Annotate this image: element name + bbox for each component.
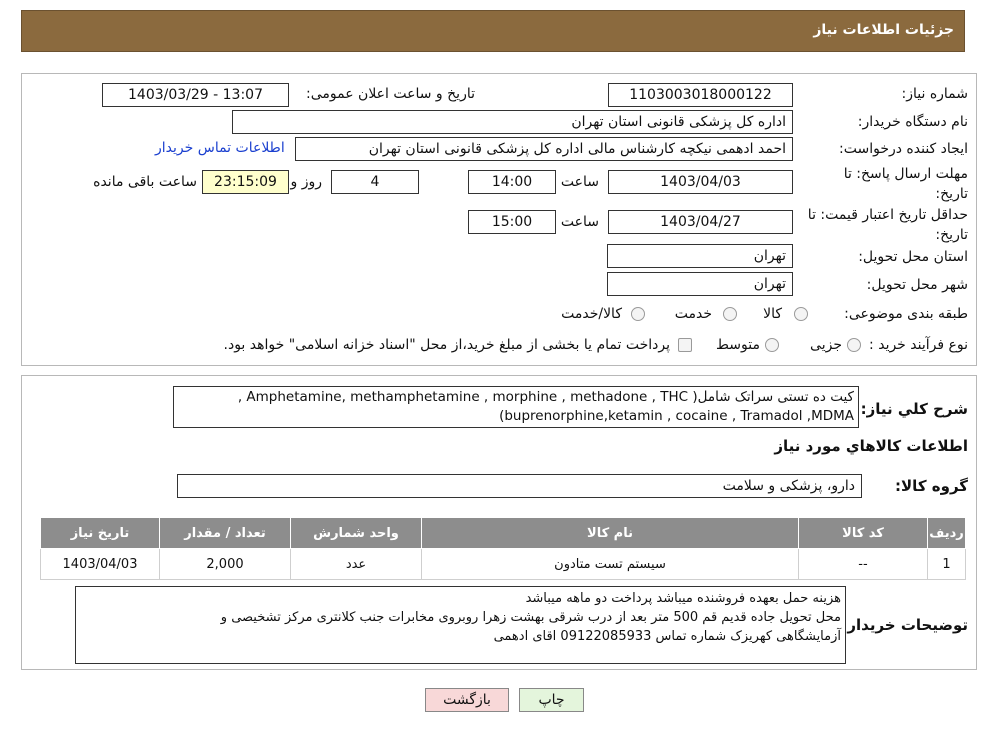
days-field: 4 xyxy=(331,170,419,194)
process-radio-minor[interactable] xyxy=(847,338,861,352)
cell-name: سیستم تست متادون xyxy=(421,548,799,580)
goods-group-label: گروه کالا: xyxy=(895,477,968,495)
buyer-org-label: نام دستگاه خریدار: xyxy=(857,114,968,130)
col-name-header: نام کالا xyxy=(421,517,799,549)
goods-group-field: دارو، پزشکی و سلامت xyxy=(177,474,862,498)
page-title: جزئیات اطلاعات نیاز xyxy=(813,22,954,38)
remaining-label: ساعت باقی مانده xyxy=(93,174,197,190)
province-label: استان محل تحویل: xyxy=(858,249,968,265)
buyer-contact-link[interactable]: اطلاعات تماس خریدار xyxy=(155,140,285,156)
need-number-field: 1103003018000122 xyxy=(608,83,793,107)
requester-label: ایجاد کننده درخواست: xyxy=(839,141,968,157)
back-button[interactable]: بازگشت xyxy=(425,688,509,712)
category-option-goods-service: کالا/خدمت xyxy=(561,306,622,322)
notes-line-1: هزینه حمل بعهده فروشنده میباشد پرداخت دو… xyxy=(525,591,841,606)
process-treasury-note: پرداخت تمام یا بخشی از مبلغ خرید،از محل … xyxy=(223,337,670,353)
goods-table: ردیف کد کالا نام کالا واحد شمارش تعداد /… xyxy=(40,517,966,580)
col-date-header: تاریخ نیاز xyxy=(40,517,160,549)
table-row: 1 -- سیستم تست متادون عدد 2,000 1403/04/… xyxy=(40,548,966,580)
col-unit-header: واحد شمارش xyxy=(290,517,422,549)
buyer-notes-label: توضیحات خریدار: xyxy=(841,616,968,634)
goods-section-title: اطلاعات کالاهاي مورد نياز xyxy=(774,437,968,455)
validity-label: حداقل تاریخ اعتبار قیمت: تا تاریخ: xyxy=(807,207,968,243)
validity-date-field: 1403/04/27 xyxy=(608,210,793,234)
cell-unit: عدد xyxy=(290,548,422,580)
category-radio-goods-service[interactable] xyxy=(631,307,645,321)
print-button[interactable]: چاپ xyxy=(519,688,584,712)
province-field: تهران xyxy=(607,244,793,268)
city-label: شهر محل تحویل: xyxy=(866,277,968,293)
notes-line-3: آزمایشگاهی کهریزک شماره تماس 09122085933… xyxy=(493,629,841,644)
category-radio-goods[interactable] xyxy=(794,307,808,321)
days-label: روز و xyxy=(290,174,323,190)
category-option-goods: کالا xyxy=(763,306,782,322)
summary-line-2: buprenorphine,ketamin , cocaine , Tramad… xyxy=(499,408,854,424)
deadline-time-label: ساعت xyxy=(560,174,599,190)
deadline-label: مهلت ارسال پاسخ: تا تاریخ: xyxy=(843,166,968,202)
col-quantity-header: تعداد / مقدار xyxy=(159,517,291,549)
category-option-service: خدمت xyxy=(674,306,712,322)
summary-line-1: کیت ده تستی سراتک شامل( Amphetamine, met… xyxy=(237,389,854,405)
process-checkbox-treasury[interactable] xyxy=(678,338,692,352)
deadline-date-field: 1403/04/03 xyxy=(608,170,793,194)
col-row-header: ردیف xyxy=(927,517,966,549)
page-header: جزئیات اطلاعات نیاز xyxy=(21,10,965,52)
cell-row: 1 xyxy=(927,548,966,580)
cell-date: 1403/04/03 xyxy=(40,548,160,580)
summary-label: شرح کلي نياز: xyxy=(860,400,968,418)
buyer-org-field: اداره کل پزشکی قانونی استان تهران xyxy=(232,110,793,134)
cell-quantity: 2,000 xyxy=(159,548,291,580)
need-number-label: شماره نیاز: xyxy=(901,86,969,102)
col-code-header: کد کالا xyxy=(798,517,928,549)
summary-textarea[interactable]: کیت ده تستی سراتک شامل( Amphetamine, met… xyxy=(173,386,859,428)
announce-label: تاریخ و ساعت اعلان عمومی: xyxy=(306,86,475,102)
buyer-notes-textarea[interactable]: هزینه حمل بعهده فروشنده میباشد پرداخت دو… xyxy=(75,586,846,664)
process-option-medium: متوسط xyxy=(716,337,760,353)
category-label: طبقه بندی موضوعی: xyxy=(844,306,968,322)
category-radio-service[interactable] xyxy=(723,307,737,321)
process-radio-medium[interactable] xyxy=(765,338,779,352)
notes-line-2: محل تحویل جاده قدیم قم 500 متر بعد از در… xyxy=(220,610,841,625)
deadline-time-field: 14:00 xyxy=(468,170,556,194)
requester-field: احمد ادهمی نیکچه کارشناس مالی اداره کل پ… xyxy=(295,137,793,161)
remaining-time-field: 23:15:09 xyxy=(202,170,289,194)
city-field: تهران xyxy=(607,272,793,296)
cell-code: -- xyxy=(798,548,928,580)
process-label: نوع فرآیند خرید : xyxy=(869,337,968,353)
validity-time-label: ساعت xyxy=(560,214,599,230)
validity-time-field: 15:00 xyxy=(468,210,556,234)
process-option-minor: جزیی xyxy=(810,337,842,353)
announce-field: 1403/03/29 - 13:07 xyxy=(102,83,289,107)
